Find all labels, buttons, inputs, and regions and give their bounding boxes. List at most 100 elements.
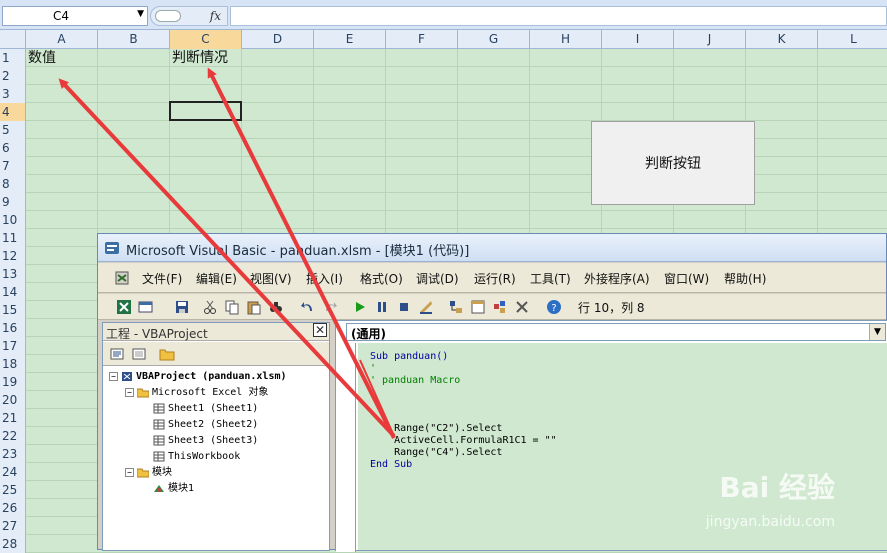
menu-item-5[interactable]: 调试(D) — [416, 270, 459, 287]
row-header-14[interactable]: 14 — [0, 283, 26, 301]
menu-item-8[interactable]: 外接程序(A) — [584, 270, 650, 287]
row-header-6[interactable]: 6 — [0, 139, 26, 157]
menu-item-1[interactable]: 编辑(E) — [196, 270, 237, 287]
copy-icon[interactable] — [224, 299, 240, 315]
code-line[interactable]: ' — [370, 387, 376, 399]
menu-item-2[interactable]: 视图(V) — [250, 270, 292, 287]
cut-icon[interactable] — [202, 299, 218, 315]
code-line[interactable]: ' — [370, 363, 376, 375]
row-header-18[interactable]: 18 — [0, 355, 26, 373]
menu-item-10[interactable]: 帮助(H) — [724, 270, 766, 287]
code-line[interactable]: ActiveCell.FormulaR1C1 = "" — [370, 435, 557, 447]
menu-item-3[interactable]: 插入(I) — [306, 270, 343, 287]
column-header-e[interactable]: E — [314, 30, 386, 49]
column-header-a[interactable]: A — [26, 30, 98, 49]
row-header-22[interactable]: 22 — [0, 427, 26, 445]
tree-node[interactable]: Sheet3 (Sheet3) — [141, 433, 258, 449]
row-header-20[interactable]: 20 — [0, 391, 26, 409]
run-icon[interactable] — [352, 299, 368, 315]
row-header-19[interactable]: 19 — [0, 373, 26, 391]
column-header-d[interactable]: D — [242, 30, 314, 49]
vba-titlebar[interactable]: Microsoft Visual Basic - panduan.xlsm - … — [98, 234, 886, 262]
row-header-5[interactable]: 5 — [0, 121, 26, 139]
menu-item-7[interactable]: 工具(T) — [530, 270, 571, 287]
tree-node[interactable]: − Microsoft Excel 对象 — [125, 385, 268, 401]
row-header-10[interactable]: 10 — [0, 211, 26, 229]
tree-node[interactable]: 模块1 — [141, 481, 195, 497]
row-header-25[interactable]: 25 — [0, 481, 26, 499]
insert-userform-icon[interactable] — [138, 299, 154, 315]
row-header-26[interactable]: 26 — [0, 499, 26, 517]
column-header-i[interactable]: I — [602, 30, 674, 49]
reset-icon[interactable] — [396, 299, 412, 315]
find-icon[interactable] — [268, 299, 284, 315]
design-mode-icon[interactable] — [418, 299, 434, 315]
column-header-j[interactable]: J — [674, 30, 746, 49]
row-header-12[interactable]: 12 — [0, 247, 26, 265]
column-header-l[interactable]: L — [818, 30, 887, 49]
toggle-folders-icon[interactable] — [159, 346, 175, 362]
row-header-15[interactable]: 15 — [0, 301, 26, 319]
name-box[interactable]: C4 ▼ — [2, 6, 148, 26]
collapse-icon[interactable]: − — [125, 467, 134, 477]
properties-window-icon[interactable] — [470, 299, 486, 315]
code-line[interactable]: Sub panduan() — [370, 351, 448, 363]
row-header-2[interactable]: 2 — [0, 67, 26, 85]
column-header-b[interactable]: B — [98, 30, 170, 49]
chevron-down-icon[interactable]: ▼ — [869, 324, 885, 340]
menu-item-6[interactable]: 运行(R) — [474, 270, 516, 287]
menu-item-0[interactable]: 文件(F) — [142, 270, 182, 287]
code-line[interactable]: ' — [370, 411, 376, 423]
chevron-down-icon[interactable]: ▼ — [137, 9, 144, 19]
project-explorer-icon[interactable] — [448, 299, 464, 315]
column-header-k[interactable]: K — [746, 30, 818, 49]
view-excel-icon[interactable] — [116, 299, 132, 315]
row-header-11[interactable]: 11 — [0, 229, 26, 247]
tree-node[interactable]: Sheet1 (Sheet1) — [141, 401, 258, 417]
formula-input[interactable] — [230, 6, 887, 26]
column-header-f[interactable]: F — [386, 30, 458, 49]
code-line[interactable]: End Sub — [370, 459, 412, 471]
object-browser-icon[interactable] — [492, 299, 508, 315]
row-header-28[interactable]: 28 — [0, 535, 26, 553]
tree-node[interactable]: − 模块 — [125, 465, 172, 481]
object-dropdown[interactable]: (通用) ▼ — [346, 323, 886, 341]
column-header-c[interactable]: C — [170, 30, 242, 49]
column-header-h[interactable]: H — [530, 30, 602, 49]
row-header-16[interactable]: 16 — [0, 319, 26, 337]
row-header-8[interactable]: 8 — [0, 175, 26, 193]
select-all-corner[interactable] — [0, 30, 26, 49]
view-code-icon[interactable] — [109, 346, 125, 362]
paste-icon[interactable] — [246, 299, 262, 315]
code-line[interactable]: Range("C4").Select — [370, 447, 502, 459]
row-header-24[interactable]: 24 — [0, 463, 26, 481]
collapse-icon[interactable]: − — [125, 387, 134, 397]
row-header-27[interactable]: 27 — [0, 517, 26, 535]
cell-A1[interactable]: 数值 — [28, 49, 56, 67]
row-header-23[interactable]: 23 — [0, 445, 26, 463]
cell-C1[interactable]: 判断情况 — [172, 49, 228, 67]
insert-function-button[interactable]: fx — [210, 9, 221, 23]
judge-button[interactable]: 判断按钮 — [591, 121, 755, 205]
code-line[interactable]: Range("C2").Select — [370, 423, 502, 435]
code-margin[interactable] — [336, 343, 356, 552]
toolbox-icon[interactable] — [514, 299, 530, 315]
code-line[interactable]: ' panduan Macro — [370, 375, 460, 387]
menu-item-4[interactable]: 格式(O) — [360, 270, 403, 287]
column-header-g[interactable]: G — [458, 30, 530, 49]
row-header-13[interactable]: 13 — [0, 265, 26, 283]
close-icon[interactable]: ✕ — [313, 323, 327, 337]
help-icon[interactable]: ? — [546, 299, 562, 315]
row-header-9[interactable]: 9 — [0, 193, 26, 211]
row-header-4[interactable]: 4 — [0, 103, 26, 121]
tree-node[interactable]: ThisWorkbook — [141, 449, 240, 465]
excel-view-icon[interactable] — [114, 270, 130, 286]
row-header-1[interactable]: 1 — [0, 49, 26, 67]
tree-node[interactable]: Sheet2 (Sheet2) — [141, 417, 258, 433]
pause-icon[interactable] — [374, 299, 390, 315]
active-cell-C4[interactable] — [169, 101, 242, 121]
row-header-3[interactable]: 3 — [0, 85, 26, 103]
redo-icon[interactable] — [322, 299, 338, 315]
menu-item-9[interactable]: 窗口(W) — [664, 270, 709, 287]
row-header-21[interactable]: 21 — [0, 409, 26, 427]
